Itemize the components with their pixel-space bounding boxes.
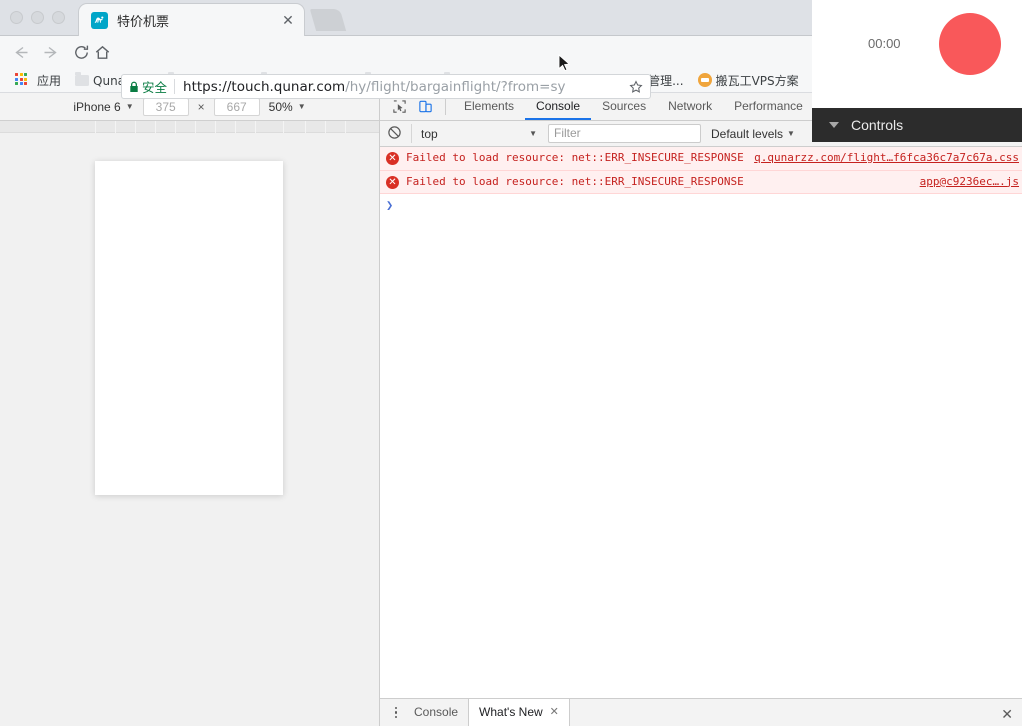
- console-levels-label: Default levels: [711, 126, 784, 141]
- console-context-value: top: [421, 126, 438, 141]
- devtools-drawer-tab-bar: Console What's New ✕ ✕: [380, 698, 1022, 726]
- browser-tab[interactable]: 特价机票 ✕: [78, 3, 305, 36]
- recorder-controls-label: Controls: [851, 117, 904, 133]
- emulated-page-frame[interactable]: [95, 161, 283, 495]
- error-icon: ✕: [386, 152, 399, 165]
- lock-icon: [129, 81, 139, 93]
- record-button-icon[interactable]: [939, 13, 1001, 75]
- window-close-button[interactable]: [10, 11, 23, 24]
- address-bar-url: https://touch.qunar.com/hy/flight/bargai…: [183, 79, 625, 95]
- error-icon: ✕: [386, 175, 399, 189]
- recorder-timer: 00:00: [868, 36, 901, 51]
- clear-console-icon[interactable]: [387, 125, 404, 142]
- close-icon[interactable]: ✕: [550, 699, 559, 726]
- close-icon[interactable]: ✕: [280, 12, 296, 28]
- security-label: 安全: [142, 80, 168, 95]
- device-name: iPhone 6: [73, 99, 121, 114]
- drawer-tab-console[interactable]: Console: [404, 699, 468, 726]
- apps-grid-icon: [15, 73, 29, 87]
- device-viewport-area: [0, 121, 379, 726]
- window-traffic-lights: [10, 11, 65, 24]
- reload-icon[interactable]: [72, 43, 91, 62]
- window-minimize-button[interactable]: [31, 11, 44, 24]
- back-arrow-icon[interactable]: [11, 43, 30, 62]
- bookmark-apps-label: 应用: [37, 73, 62, 88]
- device-select[interactable]: iPhone 6 ▼: [73, 100, 133, 114]
- prompt-caret-icon: ❯: [386, 198, 394, 212]
- url-scheme: https://: [183, 78, 232, 95]
- drawer-tab-whats-new[interactable]: What's New ✕: [468, 699, 570, 726]
- console-message-source[interactable]: q.qunarzz.com/flight…f6fca36c7a7c67a.css: [754, 151, 1019, 166]
- zoom-value: 50%: [268, 99, 293, 114]
- forward-arrow-icon[interactable]: [42, 43, 61, 62]
- console-message-list: ✕ Failed to load resource: net::ERR_INSE…: [380, 147, 1022, 726]
- console-message-text: Failed to load resource: net::ERR_INSECU…: [406, 174, 744, 188]
- bookmark-apps[interactable]: 应用: [9, 70, 67, 91]
- bookmark-item[interactable]: 搬瓦工VPS方案: [692, 70, 805, 91]
- new-tab-icon[interactable]: [309, 9, 347, 31]
- console-message-source[interactable]: app@c9236ec….js: [920, 175, 1019, 190]
- browser-window: 特价机票 ✕ 安全 https://touch.qunar.com/hy/fli…: [0, 0, 1022, 726]
- folder-icon: [75, 72, 90, 86]
- home-icon[interactable]: [93, 43, 112, 62]
- triangle-down-icon[interactable]: [829, 122, 839, 128]
- console-levels-select[interactable]: Default levels ▼: [711, 127, 795, 141]
- chevron-down-icon: ▼: [125, 102, 134, 111]
- device-height-input[interactable]: 667: [213, 97, 260, 116]
- address-bar[interactable]: 安全 https://touch.qunar.com/hy/flight/bar…: [121, 74, 651, 99]
- close-icon[interactable]: ✕: [1001, 706, 1013, 723]
- viewport-ruler: [0, 121, 379, 133]
- tab-performance[interactable]: Performance: [723, 93, 814, 120]
- chevron-down-icon: ▼: [297, 102, 306, 111]
- console-error-row[interactable]: ✕ Failed to load resource: net::ERR_INSE…: [380, 170, 1022, 194]
- toolbar-divider: [445, 98, 446, 115]
- window-maximize-button[interactable]: [52, 11, 65, 24]
- tab-title: 特价机票: [117, 14, 170, 30]
- omnibox-divider: [174, 79, 176, 94]
- chevron-down-icon: ▼: [529, 129, 537, 138]
- star-icon[interactable]: [629, 79, 643, 94]
- chevron-down-icon: ▼: [787, 129, 795, 138]
- console-context-select[interactable]: top ▼: [411, 124, 541, 143]
- mouse-pointer-icon: [558, 53, 571, 78]
- bookmark-label: 搬瓦工VPS方案: [715, 73, 799, 88]
- qunar-camel-icon: [91, 11, 108, 29]
- url-path: /hy/flight/bargainflight/?from=sy: [345, 78, 566, 95]
- device-width-input[interactable]: 375: [142, 97, 189, 116]
- console-message-text: Failed to load resource: net::ERR_INSECU…: [406, 151, 744, 164]
- orange-dot-icon: [697, 73, 712, 87]
- console-filter-input[interactable]: Filter: [548, 124, 701, 143]
- console-prompt[interactable]: ❯: [380, 194, 1022, 212]
- device-zoom-select[interactable]: 50% ▼: [269, 100, 306, 114]
- screen-recorder-overlay: 00:00: [812, 0, 1022, 108]
- tab-network[interactable]: Network: [657, 93, 723, 120]
- console-error-row[interactable]: ✕ Failed to load resource: net::ERR_INSE…: [380, 147, 1022, 171]
- kebab-menu-icon[interactable]: [388, 706, 404, 719]
- recorder-controls-bar[interactable]: Controls: [812, 108, 1022, 142]
- url-host: touch.qunar.com: [231, 78, 346, 95]
- dimension-separator: ×: [197, 99, 205, 114]
- devtools-panel: Elements Console Sources Network Perform…: [379, 93, 1022, 726]
- drawer-tab-label: What's New: [479, 705, 543, 719]
